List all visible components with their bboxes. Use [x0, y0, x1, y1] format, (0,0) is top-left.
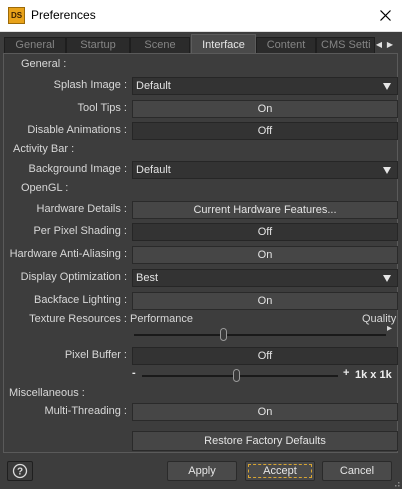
section-miscellaneous: Miscellaneous : [9, 387, 85, 399]
restore-factory-defaults-button[interactable]: Restore Factory Defaults [132, 431, 398, 451]
dialog-body: General Startup Scene Interface Content … [0, 32, 402, 489]
resize-grip-icon[interactable] [392, 479, 400, 487]
tab-content[interactable]: Content [256, 37, 316, 53]
close-button[interactable] [368, 0, 402, 31]
slider-track [142, 375, 338, 377]
accept-button[interactable]: Accept [245, 461, 315, 481]
section-activity-bar: Activity Bar : [13, 143, 75, 155]
texture-resources-label: Texture Resources : [29, 313, 127, 325]
backface-lighting-label: Backface Lighting : [34, 294, 127, 306]
tool-tips-label: Tool Tips : [77, 102, 127, 114]
pixel-buffer-size: 1k x 1k [355, 369, 392, 381]
hardware-details-label: Hardware Details : [36, 203, 127, 215]
splash-image-value: Default [136, 80, 171, 92]
background-image-label: Background Image : [28, 163, 127, 175]
tab-scroll-right-icon[interactable]: ▶ [385, 38, 395, 52]
chevron-down-icon [383, 275, 391, 282]
window-title: Preferences [31, 8, 96, 22]
multi-threading-toggle[interactable]: On [132, 403, 398, 421]
tab-cms-settings[interactable]: CMS Setti [316, 37, 375, 53]
splash-image-select[interactable]: Default [132, 77, 398, 95]
tab-general[interactable]: General [4, 37, 66, 53]
tab-interface[interactable]: Interface [191, 34, 256, 53]
texture-resources-slider[interactable] [134, 328, 386, 342]
slider-track [134, 334, 386, 336]
disable-animations-label: Disable Animations : [27, 124, 127, 136]
pixel-buffer-decrease-button[interactable]: - [132, 367, 136, 379]
section-general: General : [21, 58, 67, 70]
svg-text:?: ? [17, 467, 23, 478]
slider-handle[interactable] [220, 328, 227, 341]
pixel-buffer-label: Pixel Buffer : [64, 349, 127, 361]
tab-bar: General Startup Scene Interface Content … [3, 34, 398, 53]
apply-button[interactable]: Apply [167, 461, 237, 481]
help-icon: ? [12, 463, 28, 479]
backface-lighting-toggle[interactable]: On [132, 292, 398, 310]
title-bar: DS Preferences [0, 0, 402, 32]
close-icon [379, 10, 391, 21]
display-optimization-label: Display Optimization : [20, 271, 127, 283]
cancel-button[interactable]: Cancel [322, 461, 392, 481]
background-image-value: Default [136, 164, 171, 176]
display-optimization-value: Best [136, 272, 159, 284]
texture-performance-label: Performance [130, 313, 193, 325]
tab-scene[interactable]: Scene [130, 37, 190, 53]
per-pixel-shading-toggle[interactable]: Off [132, 223, 398, 241]
slider-handle[interactable] [233, 369, 240, 382]
multi-threading-label: Multi-Threading : [44, 405, 127, 417]
dialog-footer: ? Apply Accept Cancel [0, 453, 402, 489]
pixel-buffer-slider[interactable] [142, 369, 338, 383]
tab-scroll-left-icon[interactable]: ◀ [374, 38, 384, 52]
pixel-buffer-toggle[interactable]: Off [132, 347, 398, 365]
section-opengl: OpenGL : [21, 182, 69, 194]
help-button[interactable]: ? [7, 461, 33, 481]
splash-image-label: Splash Image : [53, 79, 127, 91]
hardware-details-button[interactable]: Current Hardware Features... [132, 201, 398, 219]
disable-animations-toggle[interactable]: Off [132, 122, 398, 140]
pixel-buffer-increase-button[interactable]: + [343, 367, 349, 379]
texture-slider-end-marker: ▸ [387, 323, 393, 334]
chevron-down-icon [383, 167, 391, 174]
chevron-down-icon [383, 83, 391, 90]
tab-startup[interactable]: Startup [66, 37, 130, 53]
tool-tips-toggle[interactable]: On [132, 100, 398, 118]
hardware-anti-aliasing-toggle[interactable]: On [132, 246, 398, 264]
hardware-anti-aliasing-label: Hardware Anti-Aliasing : [9, 248, 127, 260]
background-image-select[interactable]: Default [132, 161, 398, 179]
app-icon: DS [8, 7, 25, 24]
display-optimization-select[interactable]: Best [132, 269, 398, 287]
interface-panel: General : Splash Image : Default Tool Ti… [3, 53, 398, 453]
per-pixel-shading-label: Per Pixel Shading : [33, 225, 127, 237]
